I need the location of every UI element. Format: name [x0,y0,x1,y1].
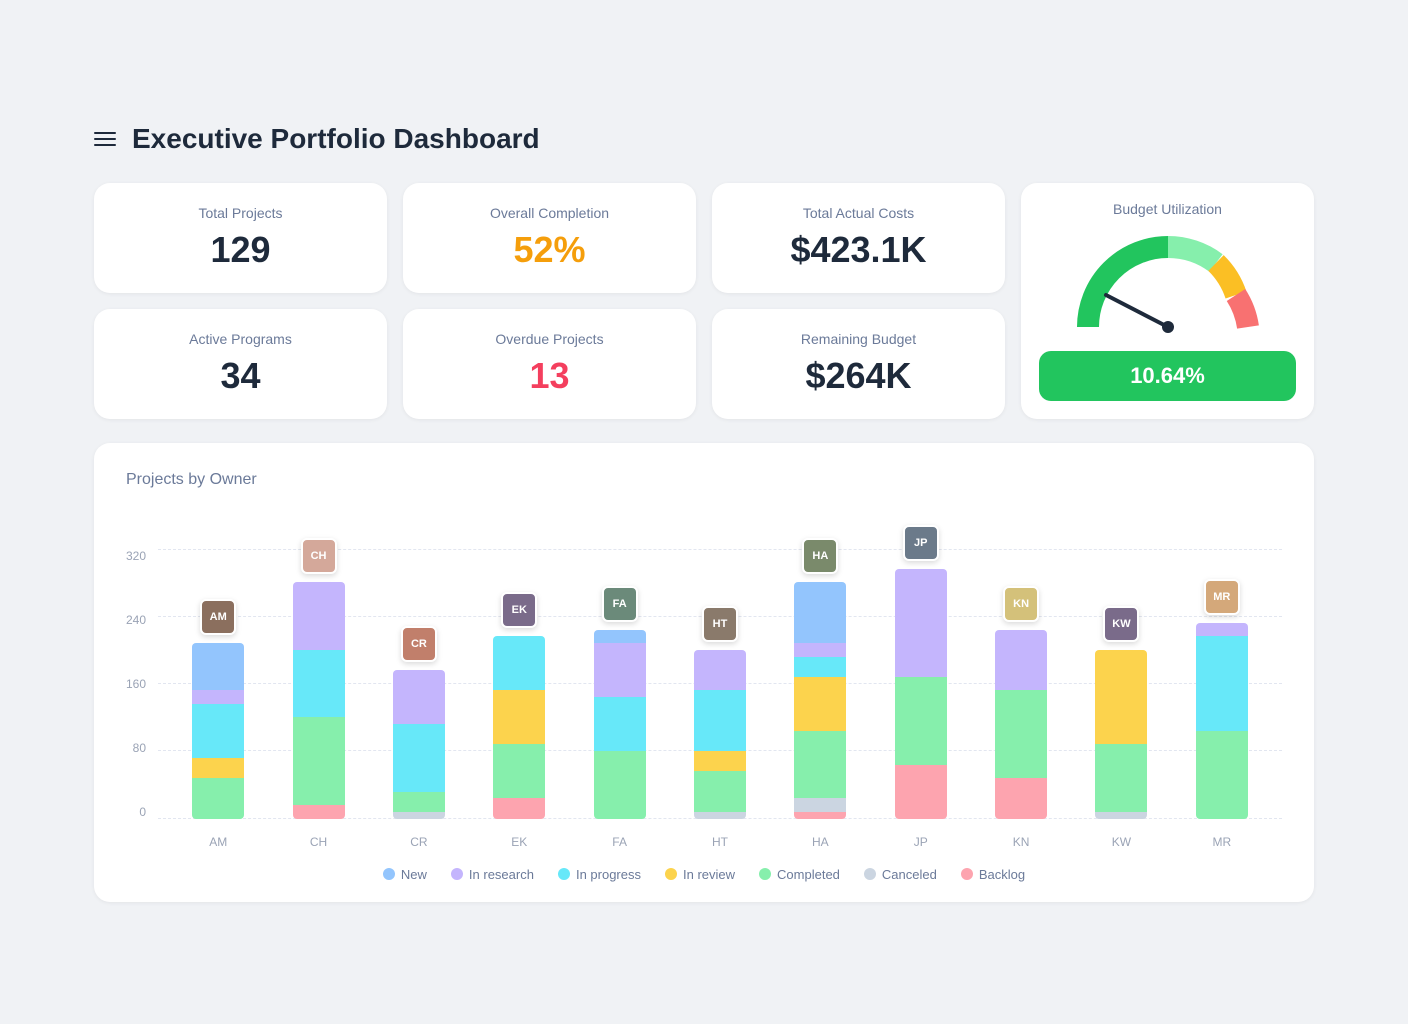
x-label: KN [986,835,1056,849]
kpi-total-projects: Total Projects 129 [94,183,387,293]
x-labels: AM CH CR EK FA HT HA JP KN KW MR [158,819,1282,849]
y-label-0: 0 [139,805,146,819]
y-axis: 320 240 160 80 0 [126,509,158,849]
bar-group: JP [886,569,956,819]
kpi-label: Remaining Budget [801,331,916,347]
legend-item: New [383,867,427,882]
legend-label: In research [469,867,534,882]
bar-avatar: HA [802,538,838,574]
legend-item: In research [451,867,534,882]
x-label: EK [484,835,554,849]
kpi-value: 52% [513,229,585,271]
kpi-value: $423.1K [790,229,926,271]
bar-group: AM [183,643,253,819]
legend-item: In progress [558,867,641,882]
bar-avatar: EK [501,592,537,628]
kpi-value: 13 [529,355,569,397]
bar-group: CH [284,582,354,818]
kpi-value: 34 [220,355,260,397]
gauge-value: 10.64% [1039,351,1296,401]
x-label: CH [284,835,354,849]
bar-avatar: CH [301,538,337,574]
legend-item: Canceled [864,867,937,882]
kpi-grid: Total Projects 129 Overall Completion 52… [94,183,1314,419]
chart-area: 320 240 160 80 0 AMCHCREKFAHTHAJPKNKWMR [126,509,1282,849]
legend-label: In progress [576,867,641,882]
x-label: MR [1187,835,1257,849]
kpi-budget-utilization: Budget Utilization 10.64% [1021,183,1314,419]
gauge-svg [1068,227,1268,347]
bar-avatar: KN [1003,586,1039,622]
y-label-160: 160 [126,677,146,691]
header: Executive Portfolio Dashboard [94,123,1314,155]
kpi-remaining-budget: Remaining Budget $264K [712,309,1005,419]
dashboard: Executive Portfolio Dashboard Total Proj… [64,93,1344,932]
kpi-value: $264K [805,355,911,397]
x-label: AM [183,835,253,849]
page-title: Executive Portfolio Dashboard [132,123,540,155]
kpi-label: Total Actual Costs [803,205,914,221]
bar-group: FA [585,630,655,819]
kpi-active-programs: Active Programs 34 [94,309,387,419]
chart-title: Projects by Owner [126,471,1282,489]
chart-legend: New In research In progress In review Comple… [126,867,1282,882]
legend-item: In review [665,867,735,882]
x-label: JP [886,835,956,849]
bar-avatar: AM [200,599,236,635]
kpi-overall-completion: Overall Completion 52% [403,183,696,293]
kpi-label: Overdue Projects [495,331,603,347]
bar-group: EK [484,636,554,818]
bar-group: KW [1086,650,1156,819]
legend-label: Canceled [882,867,937,882]
budget-label: Budget Utilization [1113,201,1222,217]
chart-card: Projects by Owner 320 240 160 80 0 [94,443,1314,902]
kpi-overdue-projects: Overdue Projects 13 [403,309,696,419]
legend-label: Completed [777,867,840,882]
x-label: FA [585,835,655,849]
x-label: KW [1086,835,1156,849]
bar-group: HT [685,650,755,819]
bar-avatar: CR [401,626,437,662]
bar-group: MR [1187,623,1257,819]
bar-group: KN [986,630,1056,819]
bar-group: HA [785,582,855,818]
kpi-value: 129 [210,229,270,271]
kpi-label: Total Projects [198,205,282,221]
bar-avatar: MR [1204,579,1240,615]
legend-label: In review [683,867,735,882]
bar-avatar: KW [1103,606,1139,642]
bars-area: AMCHCREKFAHTHAJPKNKWMR AMCHCREKFAHTHAJPK… [158,509,1282,849]
legend-item: Completed [759,867,840,882]
menu-icon[interactable] [94,132,116,146]
x-label: CR [384,835,454,849]
kpi-label: Active Programs [189,331,292,347]
bar-avatar: HT [702,606,738,642]
y-label-240: 240 [126,613,146,627]
x-label: HT [685,835,755,849]
kpi-label: Overall Completion [490,205,609,221]
legend-item: Backlog [961,867,1025,882]
legend-label: New [401,867,427,882]
y-label-80: 80 [133,741,146,755]
bar-avatar: FA [602,586,638,622]
x-label: HA [785,835,855,849]
bars-row: AMCHCREKFAHTHAJPKNKWMR [158,549,1282,819]
kpi-total-costs: Total Actual Costs $423.1K [712,183,1005,293]
legend-label: Backlog [979,867,1025,882]
y-label-320: 320 [126,549,146,563]
bar-avatar: JP [903,525,939,561]
bar-group: CR [384,670,454,819]
